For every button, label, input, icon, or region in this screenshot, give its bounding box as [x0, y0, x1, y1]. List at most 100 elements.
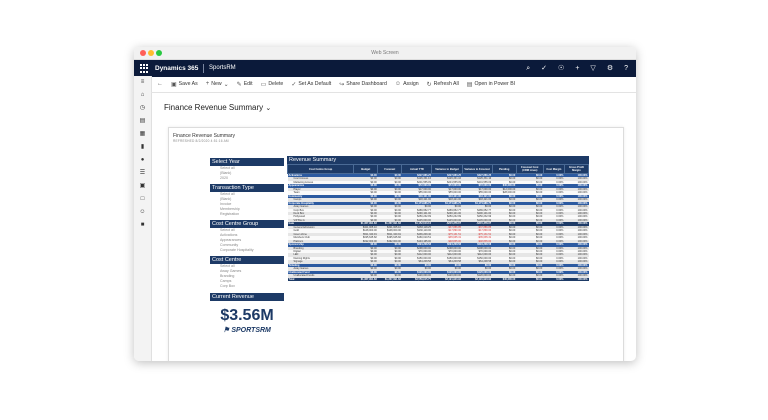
column-header[interactable]: Pending: [491, 164, 517, 174]
column-header[interactable]: Budget: [353, 164, 379, 174]
document-icon[interactable]: □: [134, 193, 151, 206]
refresh-label: Refresh All: [433, 81, 459, 87]
column-header[interactable]: Cost Margin: [542, 164, 565, 174]
plus-icon[interactable]: +: [575, 63, 579, 74]
slicer-title: Cost Centre Group: [210, 220, 284, 229]
edit-label: Edit: [243, 81, 253, 87]
column-header[interactable]: Gross Profit Margin: [563, 164, 590, 174]
table-cell: $3,559,915.75: [401, 277, 432, 282]
recent-icon[interactable]: ◷: [134, 102, 151, 115]
calendar-icon[interactable]: ▣: [134, 180, 151, 193]
accounts-icon[interactable]: ●: [134, 154, 151, 167]
check-icon: ✓: [291, 81, 297, 88]
column-header[interactable]: Forecast Cost (CRM Lines): [515, 164, 544, 174]
new-button[interactable]: + New ⌄: [206, 81, 229, 88]
slicer: Transaction Type Select all (Blank) Invo…: [210, 184, 284, 216]
report-card: Finance Revenue Summary REFRESHED 8/2/20…: [168, 127, 624, 361]
list-icon[interactable]: ☰: [134, 167, 151, 180]
chevron-down-icon: ⌄: [223, 81, 229, 88]
filter-icon[interactable]: ▽: [590, 63, 595, 74]
slicer-item[interactable]: 2020: [210, 176, 284, 181]
table-body: Activations $0.00 $0.00 $327,886.25 $327,886…: [287, 173, 589, 282]
column-header[interactable]: Variance to Budget: [431, 164, 463, 174]
share-icon: ↪: [339, 81, 345, 88]
table-cell: $2,191,923.92: [431, 277, 463, 282]
table-cell: Total: [287, 277, 354, 282]
slicer-panel: Select Year Select all (Blank) 2020 Tran…: [210, 156, 284, 334]
gear-icon[interactable]: ⚙: [607, 63, 613, 74]
save-icon: ▣: [171, 81, 177, 88]
new-label: New: [211, 81, 222, 87]
menu-icon[interactable]: ≡: [134, 76, 151, 89]
logo-mark-icon: ⚑: [223, 327, 230, 335]
refresh-icon: ↻: [426, 81, 432, 88]
delete-label: Delete: [268, 81, 284, 87]
slicer-title: Cost Centre: [210, 256, 284, 265]
back-arrow-icon[interactable]: ←: [157, 81, 163, 87]
chevron-down-icon: ⌄: [265, 105, 272, 112]
nav-icons: ⌕ ✓ ☉ + ▽ ⚙ ?: [526, 63, 628, 74]
column-header[interactable]: Actual YTD: [401, 164, 433, 174]
settings-icon[interactable]: ■: [134, 219, 151, 232]
task-icon[interactable]: ✓: [541, 63, 547, 74]
report-refreshed: REFRESHED 8/2/2020 4:51:16 AM: [173, 139, 229, 143]
top-navbar: Dynamics 365 SportsRM ⌕ ✓ ☉ + ▽ ⚙ ?: [134, 60, 636, 77]
table-row[interactable]: Total $1,367,991.83 $1,367,991.83 $3,559,91…: [287, 277, 589, 282]
column-header[interactable]: Variance to Forecast: [461, 164, 493, 174]
dashboard-selector[interactable]: Finance Revenue Summary ⌄: [164, 103, 271, 112]
power-bi-label: Open in Power BI: [474, 81, 516, 87]
table-cell: $0.00: [516, 277, 544, 282]
logo-text: SPORTSRM: [231, 327, 271, 335]
table-cell: $2,191,923.92: [462, 277, 493, 282]
current-revenue-value: $3.56M: [220, 307, 274, 325]
delete-button[interactable]: ▭ Delete: [261, 81, 284, 88]
page-title: Finance Revenue Summary: [164, 103, 264, 112]
table-cell: $1,367,991.83: [377, 277, 402, 282]
assign-button[interactable]: ☺ Assign: [395, 81, 419, 87]
table-cell: 0.00%: [543, 277, 565, 282]
dashboard-icon[interactable]: ▦: [134, 128, 151, 141]
slicer: Cost Centre Select all Away Games Brandi…: [210, 256, 284, 288]
slicer: Select Year Select all (Blank) 2020: [210, 158, 284, 180]
share-dashboard-button[interactable]: ↪ Share Dashboard: [339, 81, 387, 88]
user-icon[interactable]: ☺: [134, 206, 151, 219]
pencil-icon: ✎: [236, 81, 242, 88]
table-cell: $40,000.00: [492, 277, 517, 282]
refresh-all-button[interactable]: ↻ Refresh All: [427, 81, 459, 88]
edit-button[interactable]: ✎ Edit: [237, 81, 253, 88]
share-label: Share Dashboard: [346, 81, 387, 87]
save-as-button[interactable]: ▣ Save As: [171, 81, 198, 88]
left-sidebar: ≡ ⌂ ◷ ▤ ▦ ▮ ● ☰ ▣ □ ☺ ■: [134, 76, 152, 361]
app-launcher-icon[interactable]: [140, 64, 149, 73]
slicer-item[interactable]: Corp Box: [210, 284, 284, 289]
table-title: Revenue Summary: [287, 156, 589, 164]
browser-window: Web Screen Dynamics 365 SportsRM ⌕ ✓ ☉ +…: [134, 47, 636, 361]
column-header[interactable]: Forecast: [377, 164, 403, 174]
title-bar: Web Screen: [134, 47, 636, 60]
slicer: Cost Centre Group Select all Activations…: [210, 220, 284, 252]
lightbulb-icon[interactable]: ☉: [558, 63, 564, 74]
set-default-label: Set As Default: [298, 81, 332, 87]
command-bar: ← ▣ Save As + New ⌄ ✎ Edit ▭ Delete ✓ Set As D…: [151, 76, 636, 93]
contacts-icon[interactable]: ▮: [134, 141, 151, 154]
powerbi-icon: ▤: [466, 81, 473, 88]
column-header[interactable]: Cost Centre Group: [286, 164, 355, 174]
set-default-button[interactable]: ✓ Set As Default: [291, 81, 331, 88]
table-header-row: Cost Centre Group Budget Forecast Actual…: [286, 164, 590, 174]
slicer-title: Transaction Type: [210, 184, 284, 193]
plus-icon: +: [205, 81, 210, 87]
search-icon[interactable]: ⌕: [526, 63, 530, 74]
slicer-item[interactable]: Corporate Hospitality: [210, 248, 284, 253]
sportsrm-logo: ⚑ SPORTSRM: [210, 326, 284, 334]
brand-name[interactable]: Dynamics 365: [155, 64, 198, 73]
assign-label: Assign: [403, 81, 419, 87]
save-as-label: Save As: [178, 81, 198, 87]
trash-icon: ▭: [260, 81, 267, 88]
current-revenue-title: Current Revenue: [210, 293, 284, 302]
open-power-bi-button[interactable]: ▤ Open in Power BI: [467, 81, 515, 88]
pinned-icon[interactable]: ▤: [134, 115, 151, 128]
app-name[interactable]: SportsRM: [203, 64, 236, 73]
home-icon[interactable]: ⌂: [134, 89, 151, 102]
slicer-item[interactable]: Registration: [210, 212, 284, 217]
help-icon[interactable]: ?: [624, 63, 628, 74]
